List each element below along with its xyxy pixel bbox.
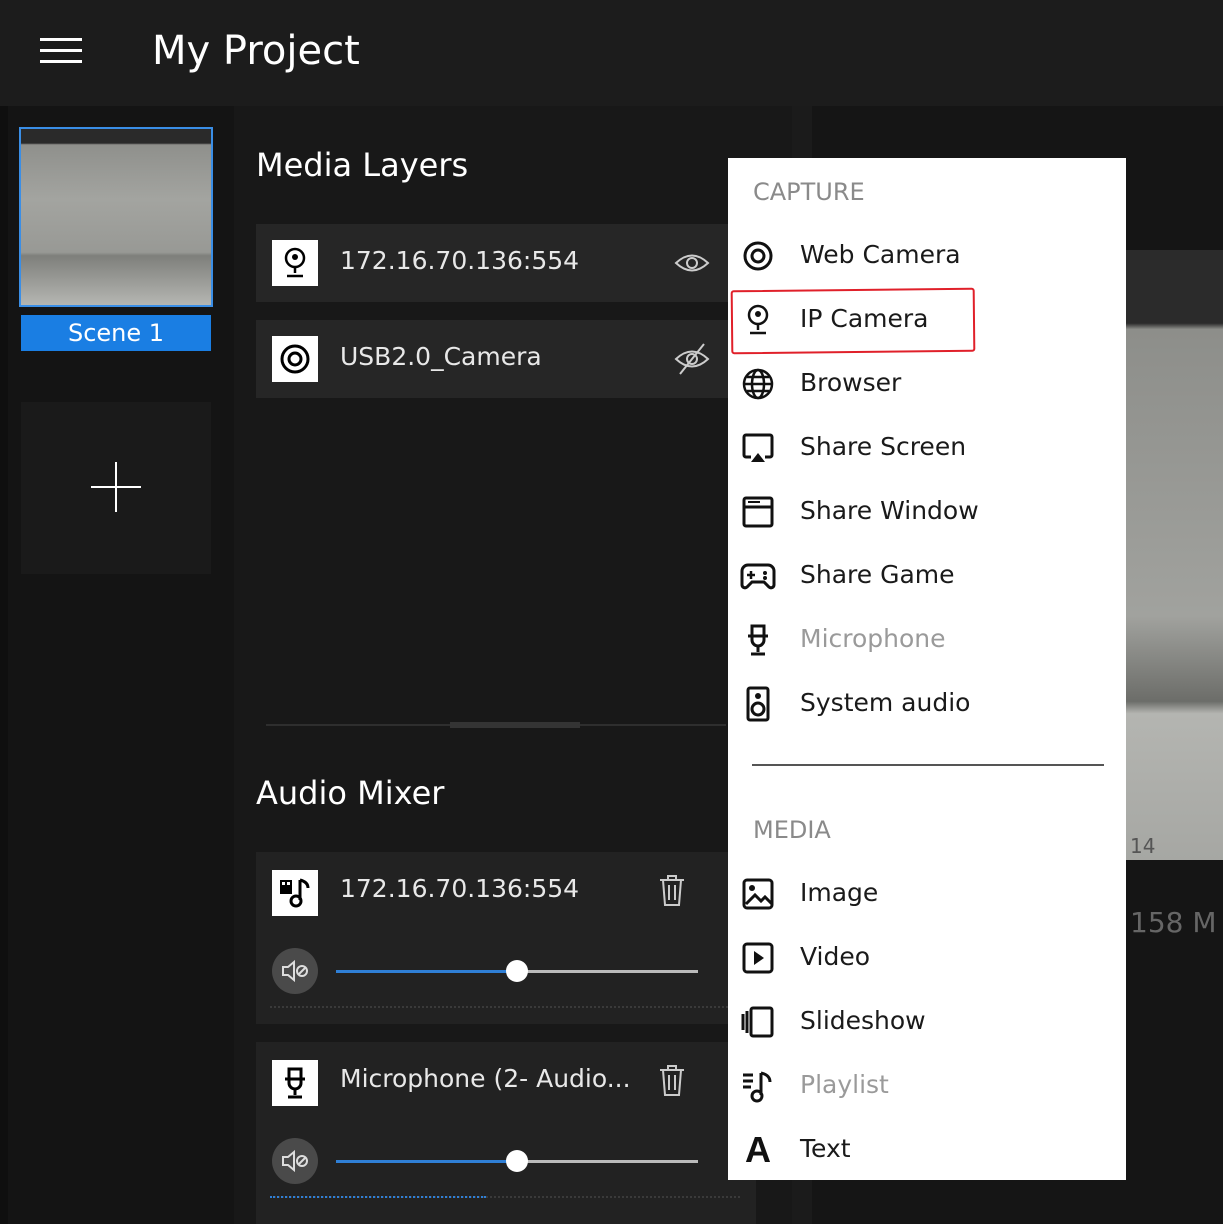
menu-item-share-screen[interactable]: Share Screen <box>728 416 1126 480</box>
media-layer-label: USB2.0_Camera <box>340 342 542 371</box>
volume-slider-thumb[interactable] <box>506 960 528 982</box>
mute-speaker-icon[interactable] <box>272 948 318 994</box>
add-scene-button[interactable] <box>21 402 211 574</box>
gamepad-icon <box>740 558 776 594</box>
menu-item-browser[interactable]: Browser <box>728 352 1126 416</box>
level-meter-fill <box>270 1196 487 1201</box>
menu-item-text[interactable]: A Text <box>728 1118 1126 1182</box>
level-meter <box>270 1006 740 1011</box>
share-window-icon <box>740 494 776 530</box>
audio-source-label: Microphone (2- Audio... <box>340 1064 631 1093</box>
web-camera-icon <box>740 238 776 274</box>
speaker-icon <box>740 686 776 722</box>
hamburger-menu-icon[interactable] <box>40 38 82 64</box>
volume-slider[interactable] <box>336 960 698 982</box>
divider-grip[interactable] <box>450 722 580 728</box>
menu-item-label: Slideshow <box>800 1006 926 1035</box>
menu-item-label: Text <box>800 1134 851 1163</box>
mute-speaker-icon[interactable] <box>272 1138 318 1184</box>
text-icon: A <box>745 1129 771 1170</box>
scene-label[interactable]: Scene 1 <box>21 315 211 351</box>
menu-item-label: Image <box>800 878 879 907</box>
media-audio-icon <box>272 870 318 916</box>
globe-icon <box>740 366 776 402</box>
menu-item-video[interactable]: Video <box>728 926 1126 990</box>
preview-image <box>1126 250 1223 860</box>
menu-separator <box>752 764 1104 766</box>
menu-item-label: Microphone <box>800 624 946 653</box>
menu-item-label: Share Screen <box>800 432 967 461</box>
trash-icon[interactable] <box>656 1062 688 1098</box>
audio-source-label: 172.16.70.136:554 <box>340 874 580 903</box>
menu-item-label: Video <box>800 942 871 971</box>
media-layer-row[interactable]: 172.16.70.136:554 <box>256 224 736 302</box>
volume-slider-fill <box>336 1160 517 1163</box>
share-screen-icon <box>740 430 776 466</box>
menu-item-image[interactable]: Image <box>728 862 1126 926</box>
menu-item-label: Share Game <box>800 560 955 589</box>
image-icon <box>740 876 776 912</box>
scene-thumbnail[interactable] <box>19 127 213 307</box>
menu-item-label: Playlist <box>800 1070 889 1099</box>
menu-item-label: Share Window <box>800 496 979 525</box>
microphone-icon <box>272 1060 318 1106</box>
web-camera-icon <box>272 336 318 382</box>
video-icon <box>740 940 776 976</box>
volume-slider[interactable] <box>336 1150 698 1172</box>
window-left-edge <box>0 0 8 1224</box>
menu-item-slideshow[interactable]: Slideshow <box>728 990 1126 1054</box>
page-title: My Project <box>152 28 360 74</box>
media-layer-label: 172.16.70.136:554 <box>340 246 580 275</box>
audio-mixer-row: 172.16.70.136:554 <box>256 852 756 1024</box>
menu-item-share-game[interactable]: Share Game <box>728 544 1126 608</box>
eye-icon[interactable] <box>674 246 710 280</box>
menu-item-microphone[interactable]: Microphone <box>728 608 1126 672</box>
menu-item-label: IP Camera <box>800 304 929 333</box>
preview-info-text: 158 M <box>1130 906 1217 939</box>
microphone-icon <box>740 622 776 658</box>
playlist-icon <box>740 1068 776 1104</box>
menu-item-ip-camera[interactable]: IP Camera <box>728 288 1126 352</box>
menu-item-label: Browser <box>800 368 902 397</box>
slideshow-icon <box>740 1004 776 1040</box>
audio-mixer-title: Audio Mixer <box>256 774 445 812</box>
trash-icon[interactable] <box>656 872 688 908</box>
menu-item-share-window[interactable]: Share Window <box>728 480 1126 544</box>
ip-camera-icon <box>740 302 776 338</box>
volume-slider-thumb[interactable] <box>506 1150 528 1172</box>
menu-item-system-audio[interactable]: System audio <box>728 672 1126 736</box>
add-source-menu: CAPTURE Web Camera IP Camera Browser Sha… <box>728 158 1126 1180</box>
media-section-header: MEDIA <box>753 816 831 844</box>
media-layers-title: Media Layers <box>256 146 469 184</box>
menu-item-label: System audio <box>800 688 971 717</box>
preview-overlay-text: 14 <box>1130 834 1156 858</box>
media-layer-row[interactable]: USB2.0_Camera <box>256 320 736 398</box>
ip-camera-icon <box>272 240 318 286</box>
menu-item-playlist[interactable]: Playlist <box>728 1054 1126 1118</box>
menu-item-label: Web Camera <box>800 240 961 269</box>
volume-slider-fill <box>336 970 517 973</box>
eye-hidden-icon[interactable] <box>674 342 710 376</box>
capture-section-header: CAPTURE <box>753 178 865 206</box>
audio-mixer-row: Microphone (2- Audio... <box>256 1042 756 1224</box>
menu-item-web-camera[interactable]: Web Camera <box>728 224 1126 288</box>
